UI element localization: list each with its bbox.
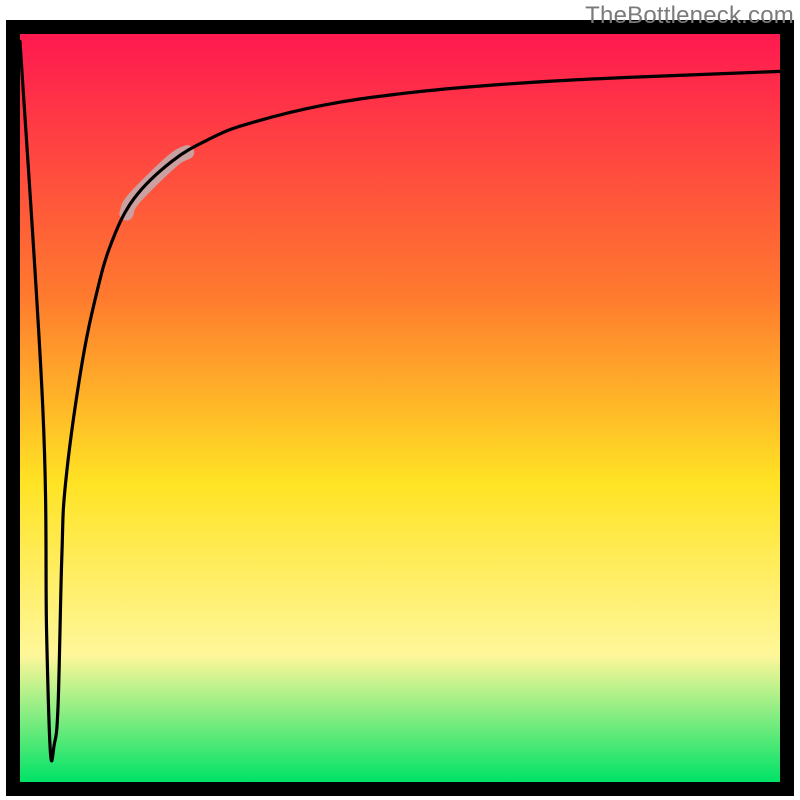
- chart-svg: [0, 0, 800, 800]
- chart-stage: TheBottleneck.com: [0, 0, 800, 800]
- watermark-text: TheBottleneck.com: [585, 2, 794, 30]
- plot-background: [20, 34, 780, 782]
